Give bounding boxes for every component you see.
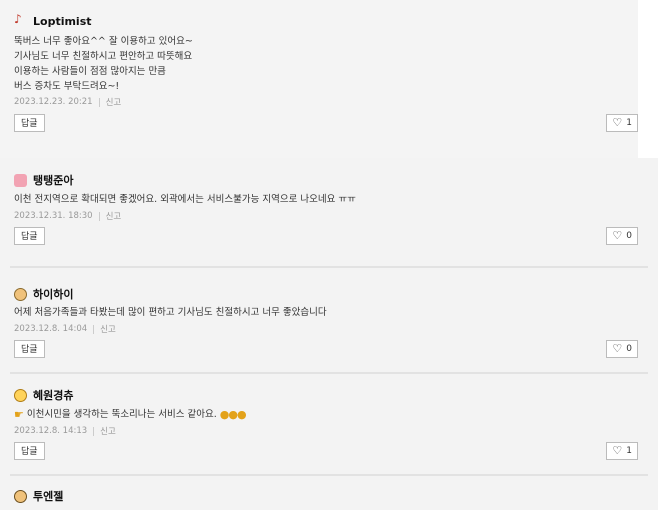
heart-icon: ♡ (612, 116, 623, 129)
comment-text: 이천 전지역으로 확대되면 좋겠어요. 외곽에서는 서비스불가능 지역으로 나오… (14, 194, 356, 205)
face-icon (14, 287, 27, 301)
comment-item: 탱탱준아 이천 전지역으로 확대되면 좋겠어요. 외곽에서는 서비스불가능 지역… (0, 160, 658, 265)
smile-face-icon (14, 388, 27, 402)
like-button[interactable]: ♡ 0 (606, 340, 638, 358)
comment-meta: 2023.12.8. 14:04 신고 (14, 323, 116, 335)
face-icon (14, 489, 27, 503)
heart-icon: ♡ (612, 342, 623, 355)
divider (93, 426, 95, 436)
comment-date: 2023.12.31. 18:30 (14, 211, 93, 221)
like-count: 0 (626, 344, 632, 354)
author-name: 하이하이 (33, 288, 74, 301)
report-link[interactable]: 신고 (106, 210, 122, 222)
like-button[interactable]: ♡ 0 (606, 227, 638, 245)
reply-button[interactable]: 답글 (14, 227, 45, 245)
author-name: 탱탱준아 (33, 174, 74, 187)
report-link[interactable]: 신고 (100, 425, 116, 437)
comment-meta: 2023.12.31. 18:30 신고 (14, 210, 121, 222)
pointing-hand-icon: ☛ (14, 408, 24, 421)
comment-divider (10, 266, 648, 268)
comment-text: 어제 처음가족들과 타봤는데 많이 편하고 기사님도 친절하시고 너무 좋았습니… (14, 307, 327, 318)
comment-divider (10, 372, 648, 374)
comment-item: 혜원경츄 ☛ 이천시민을 생각하는 뚝소리나는 서비스 같아요. ●●● 202… (0, 376, 658, 476)
comment-author[interactable]: Loptimist (14, 12, 92, 28)
comment-author[interactable]: 탱탱준아 (14, 172, 73, 188)
comment-body: 이천시민을 생각하는 뚝소리나는 서비스 같아요. (26, 409, 217, 420)
comment-item: 투엔젤 (0, 478, 658, 510)
like-count: 0 (626, 231, 632, 241)
clapping-hands-icon: ●●● (219, 408, 247, 421)
comment-divider (10, 474, 648, 476)
comment-date: 2023.12.8. 14:13 (14, 426, 88, 436)
author-name: Loptimist (33, 15, 92, 28)
like-count: 1 (626, 446, 632, 456)
reply-button[interactable]: 답글 (14, 340, 45, 358)
comment-text: 뚝버스 너무 좋아요^^ 잘 이용하고 있어요~ 기사님도 너무 친절하시고 편… (14, 36, 193, 92)
pig-icon (14, 173, 27, 187)
divider (98, 97, 100, 107)
comment-date: 2023.12.8. 14:04 (14, 324, 88, 334)
music-notes-icon (14, 12, 27, 28)
reply-button[interactable]: 답글 (14, 114, 45, 132)
comment-author[interactable]: 혜원경츄 (14, 387, 73, 403)
comment-author[interactable]: 투엔젤 (14, 488, 63, 504)
author-name: 투엔젤 (33, 490, 64, 503)
comment-meta: 2023.12.8. 14:13 신고 (14, 425, 116, 437)
comment-author[interactable]: 하이하이 (14, 286, 73, 302)
comment-date: 2023.12.23. 20:21 (14, 97, 93, 107)
heart-icon: ♡ (612, 444, 623, 457)
report-link[interactable]: 신고 (100, 323, 116, 335)
comment-item: Loptimist 뚝버스 너무 좋아요^^ 잘 이용하고 있어요~ 기사님도 … (0, 0, 638, 158)
report-link[interactable]: 신고 (106, 96, 122, 108)
divider (98, 211, 100, 221)
like-button[interactable]: ♡ 1 (606, 442, 638, 460)
heart-icon: ♡ (612, 229, 623, 242)
like-button[interactable]: ♡ 1 (606, 114, 638, 132)
comment-item: 하이하이 어제 처음가족들과 타봤는데 많이 편하고 기사님도 친절하시고 너무… (0, 270, 658, 375)
right-edge-strip (638, 0, 658, 158)
comment-meta: 2023.12.23. 20:21 신고 (14, 96, 121, 108)
comment-text: ☛ 이천시민을 생각하는 뚝소리나는 서비스 같아요. ●●● (14, 407, 638, 422)
like-count: 1 (626, 118, 632, 128)
divider (93, 324, 95, 334)
author-name: 혜원경츄 (33, 389, 74, 402)
reply-button[interactable]: 답글 (14, 442, 45, 460)
